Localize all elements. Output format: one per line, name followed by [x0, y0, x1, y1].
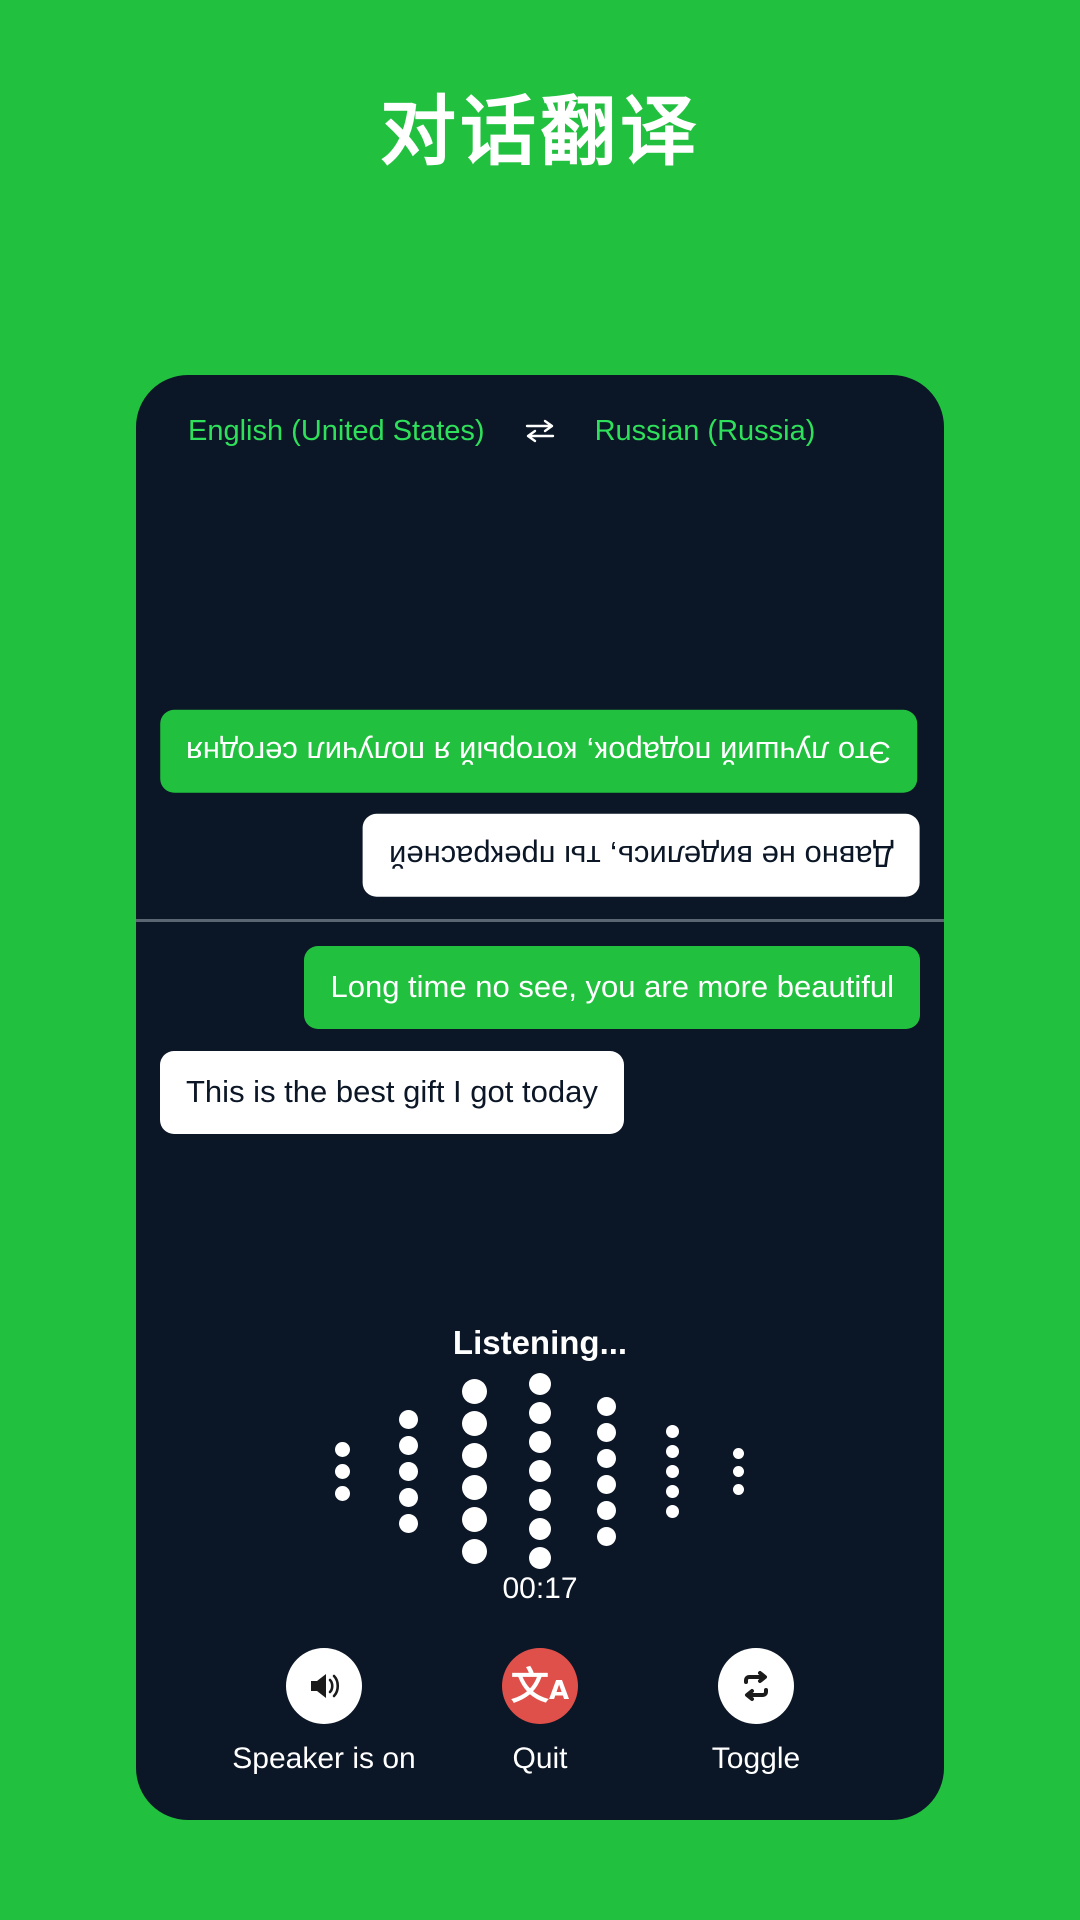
speaker-button-label: Speaker is on: [232, 1742, 416, 1775]
waveform-dot: [732, 1465, 744, 1477]
waveform-dot: [529, 1489, 551, 1511]
message-bubble[interactable]: This is the best gift I got today: [160, 1050, 624, 1134]
toggle-button-label: Toggle: [711, 1742, 801, 1775]
waveform-dot: [529, 1547, 551, 1569]
conversation-area: Это лучший подарок, который я получил се…: [136, 487, 944, 1272]
message-bubble[interactable]: Long time no see, you are more beautiful: [304, 946, 920, 1029]
waveform-dot: [334, 1463, 350, 1479]
waveform-dot: [529, 1373, 551, 1395]
control-bar: Speaker is on 文A Quit Toggle: [136, 1614, 944, 1820]
toggle-button[interactable]: Toggle: [656, 1648, 856, 1776]
waveform-dot: [596, 1448, 616, 1468]
page-title: 对话翻译: [380, 87, 700, 176]
waveform-column: [309, 1441, 375, 1501]
waveform-column: [375, 1409, 441, 1533]
waveform-dot: [596, 1526, 616, 1546]
target-language-selector[interactable]: Russian (Russia): [595, 415, 816, 448]
waveform-dot: [461, 1506, 487, 1532]
source-language-selector[interactable]: English (United States): [188, 415, 485, 448]
waveform-dot: [665, 1464, 679, 1478]
waveform-dot: [665, 1424, 679, 1438]
speaker-button[interactable]: Speaker is on: [224, 1648, 424, 1776]
waveform-dot: [665, 1504, 679, 1518]
message-row: Long time no see, you are more beautiful: [160, 946, 920, 1029]
conversation-pane-top: Это лучший подарок, который я получил се…: [136, 487, 944, 919]
conversation-pane-bottom: Long time no see, you are more beautiful…: [136, 922, 944, 1272]
translate-icon[interactable]: 文A: [502, 1648, 578, 1724]
waveform-dot: [398, 1461, 418, 1481]
listening-status-label: Listening...: [452, 1324, 628, 1361]
waveform-dot: [529, 1431, 551, 1453]
message-row: This is the best gift I got today: [160, 1050, 920, 1134]
waveform-dot: [596, 1474, 616, 1494]
message-row: Давно не виделись, ты прекрасней: [160, 814, 920, 897]
quit-button[interactable]: 文A Quit: [440, 1648, 640, 1776]
waveform-dot: [732, 1483, 744, 1495]
message-bubble[interactable]: Давно не виделись, ты прекрасней: [363, 814, 920, 897]
waveform-dot: [398, 1513, 418, 1533]
swap-loop-icon[interactable]: [718, 1648, 794, 1724]
waveform-column: [639, 1424, 705, 1518]
speaker-on-icon[interactable]: [286, 1648, 362, 1724]
waveform-dot: [596, 1422, 616, 1442]
microphone-section: Listening... 00:17: [136, 1272, 944, 1614]
audio-waveform: [309, 1373, 771, 1569]
language-bar: English (United States) Russian (Russia): [136, 375, 944, 487]
swap-horizontal-icon[interactable]: [523, 417, 557, 445]
waveform-dot: [398, 1487, 418, 1507]
waveform-dot: [461, 1378, 487, 1404]
message-row: Это лучший подарок, который я получил се…: [160, 709, 920, 793]
waveform-dot: [596, 1500, 616, 1520]
waveform-dot: [334, 1441, 350, 1457]
translate-glyph: 文A: [510, 1664, 570, 1708]
waveform-column: [441, 1378, 507, 1564]
waveform-dot: [596, 1396, 616, 1416]
waveform-dot: [461, 1474, 487, 1500]
waveform-column: [573, 1396, 639, 1546]
waveform-dot: [461, 1442, 487, 1468]
phone-frame: English (United States) Russian (Russia)…: [136, 375, 944, 1820]
waveform-dot: [529, 1402, 551, 1424]
waveform-dot: [334, 1485, 350, 1501]
waveform-dot: [665, 1484, 679, 1498]
waveform-column: [705, 1447, 771, 1495]
waveform-dot: [398, 1435, 418, 1455]
waveform-dot: [398, 1409, 418, 1429]
recording-timer: 00:17: [502, 1572, 578, 1605]
quit-button-label: Quit: [512, 1742, 568, 1775]
waveform-dot: [529, 1460, 551, 1482]
waveform-dot: [461, 1410, 487, 1436]
waveform-dot: [529, 1518, 551, 1540]
waveform-dot: [732, 1447, 744, 1459]
waveform-column: [507, 1373, 573, 1569]
waveform-dot: [665, 1444, 679, 1458]
waveform-dot: [461, 1538, 487, 1564]
message-bubble[interactable]: Это лучший подарок, который я получил се…: [160, 709, 918, 793]
